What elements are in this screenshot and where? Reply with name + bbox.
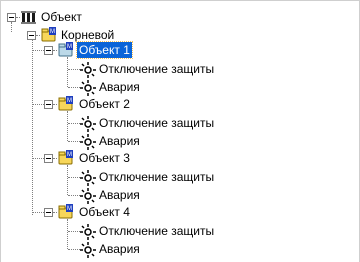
object-root-icon bbox=[21, 11, 36, 24]
svg-text:M: M bbox=[67, 152, 72, 158]
object-4-collapse-toggle[interactable] bbox=[44, 208, 53, 217]
tree-object-2-child-1-label[interactable]: Отключение защиты bbox=[97, 115, 216, 131]
signal-event-icon bbox=[80, 224, 96, 240]
signal-event-icon bbox=[80, 62, 96, 78]
tree-object-2-child-2-label[interactable]: Авария bbox=[97, 133, 142, 149]
tree-object-3-label[interactable]: Объект 3 bbox=[77, 150, 132, 166]
root-collapse-toggle[interactable] bbox=[7, 13, 16, 22]
tree-connector bbox=[32, 40, 33, 215]
tree-object-1-child-2-label[interactable]: Авария bbox=[97, 79, 142, 95]
tree-object-3-child-1-label[interactable]: Отключение защиты bbox=[97, 169, 216, 185]
tree-connector bbox=[33, 50, 44, 51]
svg-text:M: M bbox=[50, 29, 55, 35]
object-tree-view[interactable]: Объект M Корневой M Объект 1 Отключение … bbox=[0, 0, 360, 262]
folder-object-icon: M bbox=[58, 42, 73, 57]
signal-event-icon bbox=[80, 242, 96, 258]
tree-connector bbox=[11, 22, 12, 32]
folder-object-icon: M bbox=[58, 150, 73, 165]
tree-object-1-child-1-label[interactable]: Отключение защиты bbox=[97, 61, 216, 77]
tree-root-label[interactable]: Объект bbox=[39, 9, 84, 25]
tree-connector bbox=[33, 104, 44, 105]
svg-text:M: M bbox=[67, 44, 72, 50]
signal-event-icon bbox=[80, 80, 96, 96]
tree-connector bbox=[67, 111, 68, 141]
object-2-collapse-toggle[interactable] bbox=[44, 100, 53, 109]
tree-connector bbox=[33, 212, 44, 213]
tree-object-4-child-1-label[interactable]: Отключение защиты bbox=[97, 223, 216, 239]
object-1-collapse-toggle[interactable] bbox=[44, 46, 53, 55]
folder-object-icon: M bbox=[58, 96, 73, 111]
svg-text:M: M bbox=[67, 206, 72, 212]
tree-object-1-label[interactable]: Объект 1 bbox=[76, 41, 133, 59]
folder-object-icon: M bbox=[41, 27, 56, 42]
svg-text:M: M bbox=[67, 98, 72, 104]
signal-event-icon bbox=[80, 188, 96, 204]
tree-object-4-child-2-label[interactable]: Авария bbox=[97, 241, 142, 257]
tree-object-4-label[interactable]: Объект 4 bbox=[77, 204, 132, 220]
tree-connector bbox=[67, 165, 68, 195]
tree-connector bbox=[67, 57, 68, 87]
tree-connector bbox=[33, 158, 44, 159]
signal-event-icon bbox=[80, 170, 96, 186]
tree-object-2-label[interactable]: Объект 2 bbox=[77, 96, 132, 112]
signal-event-icon bbox=[80, 116, 96, 132]
tree-connector bbox=[67, 219, 68, 249]
folder-object-icon: M bbox=[58, 204, 73, 219]
signal-event-icon bbox=[80, 134, 96, 150]
root-folder-collapse-toggle[interactable] bbox=[27, 31, 36, 40]
object-3-collapse-toggle[interactable] bbox=[44, 154, 53, 163]
tree-object-3-child-2-label[interactable]: Авария bbox=[97, 187, 142, 203]
